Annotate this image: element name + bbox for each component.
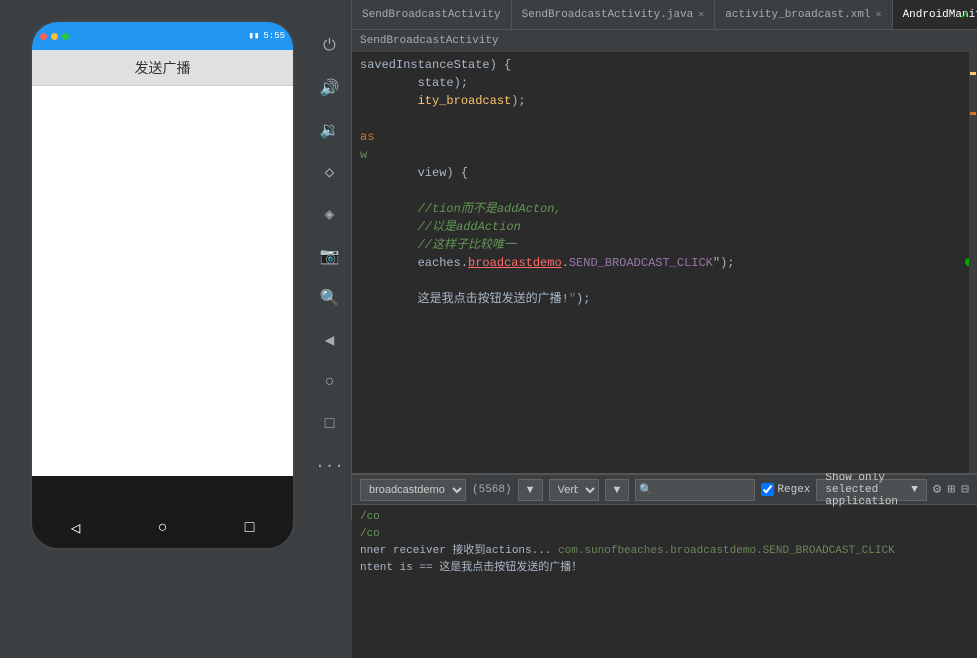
logcat-pid: (5568)	[472, 484, 512, 496]
phone-content	[32, 86, 293, 476]
green-tick-icon: ✓	[961, 7, 969, 24]
volume-down-icon[interactable]: 🔉	[314, 114, 346, 146]
code-line-comment2: //以是addAction	[352, 218, 977, 236]
log-line-3: nner receiver 接收到actions... com.sunofbea…	[360, 543, 969, 560]
tab-close-xml[interactable]: ✕	[876, 9, 882, 21]
ide-area: SendBroadcastActivity SendBroadcastActiv…	[352, 0, 977, 658]
show-selected-label: Show only selected application	[825, 472, 907, 508]
nav-recent-button[interactable]: □	[245, 519, 255, 537]
logcat-search-input[interactable]	[635, 479, 755, 501]
rotate-right-icon[interactable]: ◈	[314, 198, 346, 230]
breadcrumb-bar: SendBroadcastActivity	[352, 30, 977, 52]
logcat-search-wrapper: 🔍	[635, 479, 755, 501]
dot-red	[40, 33, 47, 40]
marker-dot-2	[970, 112, 976, 115]
code-line-comment1: //tion而不是addActon,	[352, 200, 977, 218]
code-line-2: state);	[352, 74, 977, 92]
phone-nav-bar[interactable]: ◁ ○ □	[32, 508, 293, 548]
code-line-8	[352, 182, 977, 200]
screenshot-icon[interactable]: 📷	[314, 240, 346, 272]
regex-checkbox[interactable]	[761, 483, 774, 496]
tab-bar: SendBroadcastActivity SendBroadcastActiv…	[352, 0, 977, 30]
logcat-level-dropdown[interactable]: ▼	[605, 479, 630, 501]
more-options-icon[interactable]: ···	[314, 450, 346, 482]
log-text-4: ntent is == 这是我点击按钮发送的广播！	[360, 560, 582, 577]
log-path-2: /co	[360, 526, 380, 543]
nav-back-button[interactable]: ◁	[71, 518, 81, 538]
tab-label: activity_broadcast.xml	[725, 9, 870, 21]
code-line-4	[352, 110, 977, 128]
back-icon[interactable]: ◀	[314, 324, 346, 356]
show-selected-dropdown-icon: ▼	[911, 484, 918, 496]
phone-app-title: 发送广播	[135, 58, 191, 78]
logcat-app-selector[interactable]: broadcastdemo	[360, 479, 466, 501]
logcat-toolbar: broadcastdemo (5568) ▼ Verbose ▼ 🔍 Regex…	[352, 475, 977, 505]
tab-close-java[interactable]: ✕	[698, 9, 704, 21]
zoom-icon[interactable]: 🔍	[314, 282, 346, 314]
tab-label: SendBroadcastActivity.java	[522, 9, 694, 21]
logcat-expand-icon[interactable]: ⊞	[947, 482, 955, 497]
log-text-3: nner receiver 接收到actions... com.sunofbea…	[360, 543, 895, 560]
battery-icon: ▮▮	[249, 31, 260, 41]
power-icon[interactable]: ⏻	[314, 30, 346, 62]
nav-home-button[interactable]: ○	[158, 519, 168, 537]
marker-dot-1	[970, 72, 976, 75]
device-toolbar: ⏻ 🔊 🔉 ◇ ◈ 📷 🔍 ◀ ○ □ ···	[308, 0, 352, 520]
phone-time: 5:55	[263, 31, 285, 41]
code-line-3: ity_broadcast);	[352, 92, 977, 110]
code-line-6: w	[352, 146, 977, 164]
logcat-level-selector[interactable]: Verbose	[549, 479, 599, 501]
code-line-5: as	[352, 128, 977, 146]
dot-yellow	[51, 33, 58, 40]
volume-up-icon[interactable]: 🔊	[314, 72, 346, 104]
code-line-7: view) {	[352, 164, 977, 182]
overview-icon[interactable]: □	[314, 408, 346, 440]
logcat-settings-icon[interactable]: ⚙	[933, 481, 941, 498]
code-line-string2: 这是我点击按钮发送的广播!");	[352, 290, 977, 308]
home-icon[interactable]: ○	[314, 366, 346, 398]
logcat-content: /co /co nner receiver 接收到actions... com.…	[352, 505, 977, 658]
regex-label[interactable]: Regex	[761, 483, 810, 496]
logcat-panel: broadcastdemo (5568) ▼ Verbose ▼ 🔍 Regex…	[352, 473, 977, 658]
regex-text: Regex	[777, 484, 810, 496]
phone-status-bar: ▮▮ 5:55	[32, 22, 293, 50]
phone-dots	[40, 33, 69, 40]
top-right-icons: ✓	[961, 0, 969, 30]
code-line-1: savedInstanceState) {	[352, 56, 977, 74]
search-icon: 🔍	[639, 483, 653, 497]
phone-frame: ▮▮ 5:55 发送广播 ◁ ○ □	[30, 20, 295, 550]
code-line-empty	[352, 272, 977, 290]
phone-status-right: ▮▮ 5:55	[249, 31, 285, 41]
tab-xml[interactable]: activity_broadcast.xml ✕	[715, 0, 892, 30]
log-line-2: /co	[360, 526, 969, 543]
emulator-wrapper: ▮▮ 5:55 发送广播 ◁ ○ □	[30, 20, 295, 550]
code-area[interactable]: savedInstanceState) { state); ity_broadc…	[352, 52, 977, 473]
tab-label: SendBroadcastActivity	[362, 9, 501, 21]
rotate-left-icon[interactable]: ◇	[314, 156, 346, 188]
log-path-1: /co	[360, 509, 380, 526]
tab-java[interactable]: SendBroadcastActivity.java ✕	[512, 0, 716, 30]
show-selected-button[interactable]: Show only selected application ▼	[816, 479, 927, 501]
right-marker	[969, 52, 977, 473]
logcat-collapse-icon[interactable]: ⊟	[961, 482, 969, 497]
breadcrumb: SendBroadcastActivity	[360, 35, 499, 47]
log-line-4: ntent is == 这是我点击按钮发送的广播！	[360, 560, 969, 577]
code-line-string1: eaches.broadcastdemo.SEND_BROADCAST_CLIC…	[352, 254, 977, 272]
code-line-comment3: //这样子比较唯一	[352, 236, 977, 254]
tab-sendbcastactivity[interactable]: SendBroadcastActivity	[352, 0, 512, 30]
log-line-1: /co	[360, 509, 969, 526]
logcat-dropdown-button[interactable]: ▼	[518, 479, 543, 501]
phone-title-bar: 发送广播	[32, 50, 293, 86]
dot-green	[62, 33, 69, 40]
